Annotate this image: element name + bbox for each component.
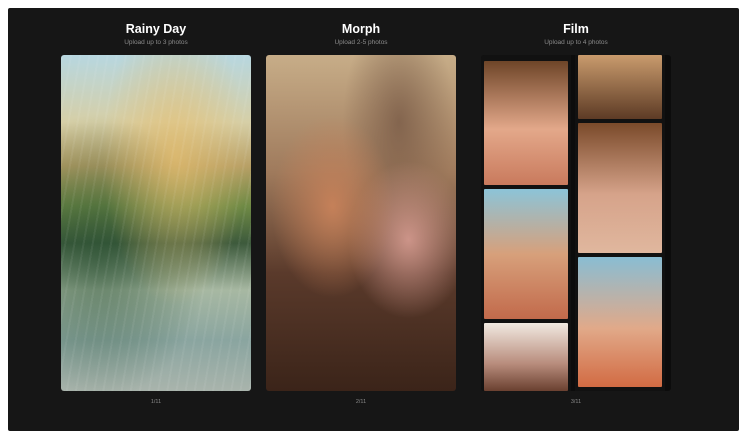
template-title: Morph: [341, 22, 381, 36]
film-strip: [575, 55, 665, 391]
page-indicator: 1/11: [150, 399, 162, 405]
film-frame: [484, 323, 568, 391]
film-frame: [578, 55, 662, 119]
template-subtitle: Upload 2-5 photos: [334, 39, 388, 46]
film-strip: [481, 55, 571, 391]
film-frame: [578, 257, 662, 387]
film-frame: [484, 189, 568, 319]
template-title: Film: [563, 22, 589, 36]
template-card-film[interactable]: Film Upload up to 4 photos 3/11: [481, 8, 671, 405]
page-indicator: 2/11: [355, 399, 367, 405]
template-preview-image[interactable]: [481, 55, 671, 391]
template-subtitle: Upload up to 4 photos: [544, 39, 608, 46]
template-title: Rainy Day: [125, 22, 187, 36]
page-indicator: 3/11: [570, 399, 582, 405]
template-card-rainy-day[interactable]: Rainy Day Upload up to 3 photos 1/11: [61, 8, 251, 405]
template-preview-image[interactable]: [61, 55, 251, 391]
template-preview-image[interactable]: [266, 55, 456, 391]
template-subtitle: Upload up to 3 photos: [124, 39, 188, 46]
template-card-morph[interactable]: Morph Upload 2-5 photos 2/11: [266, 8, 456, 405]
film-frame: [484, 61, 568, 185]
film-frame: [578, 123, 662, 253]
template-gallery: Rainy Day Upload up to 3 photos 1/11 Mor…: [8, 8, 739, 431]
